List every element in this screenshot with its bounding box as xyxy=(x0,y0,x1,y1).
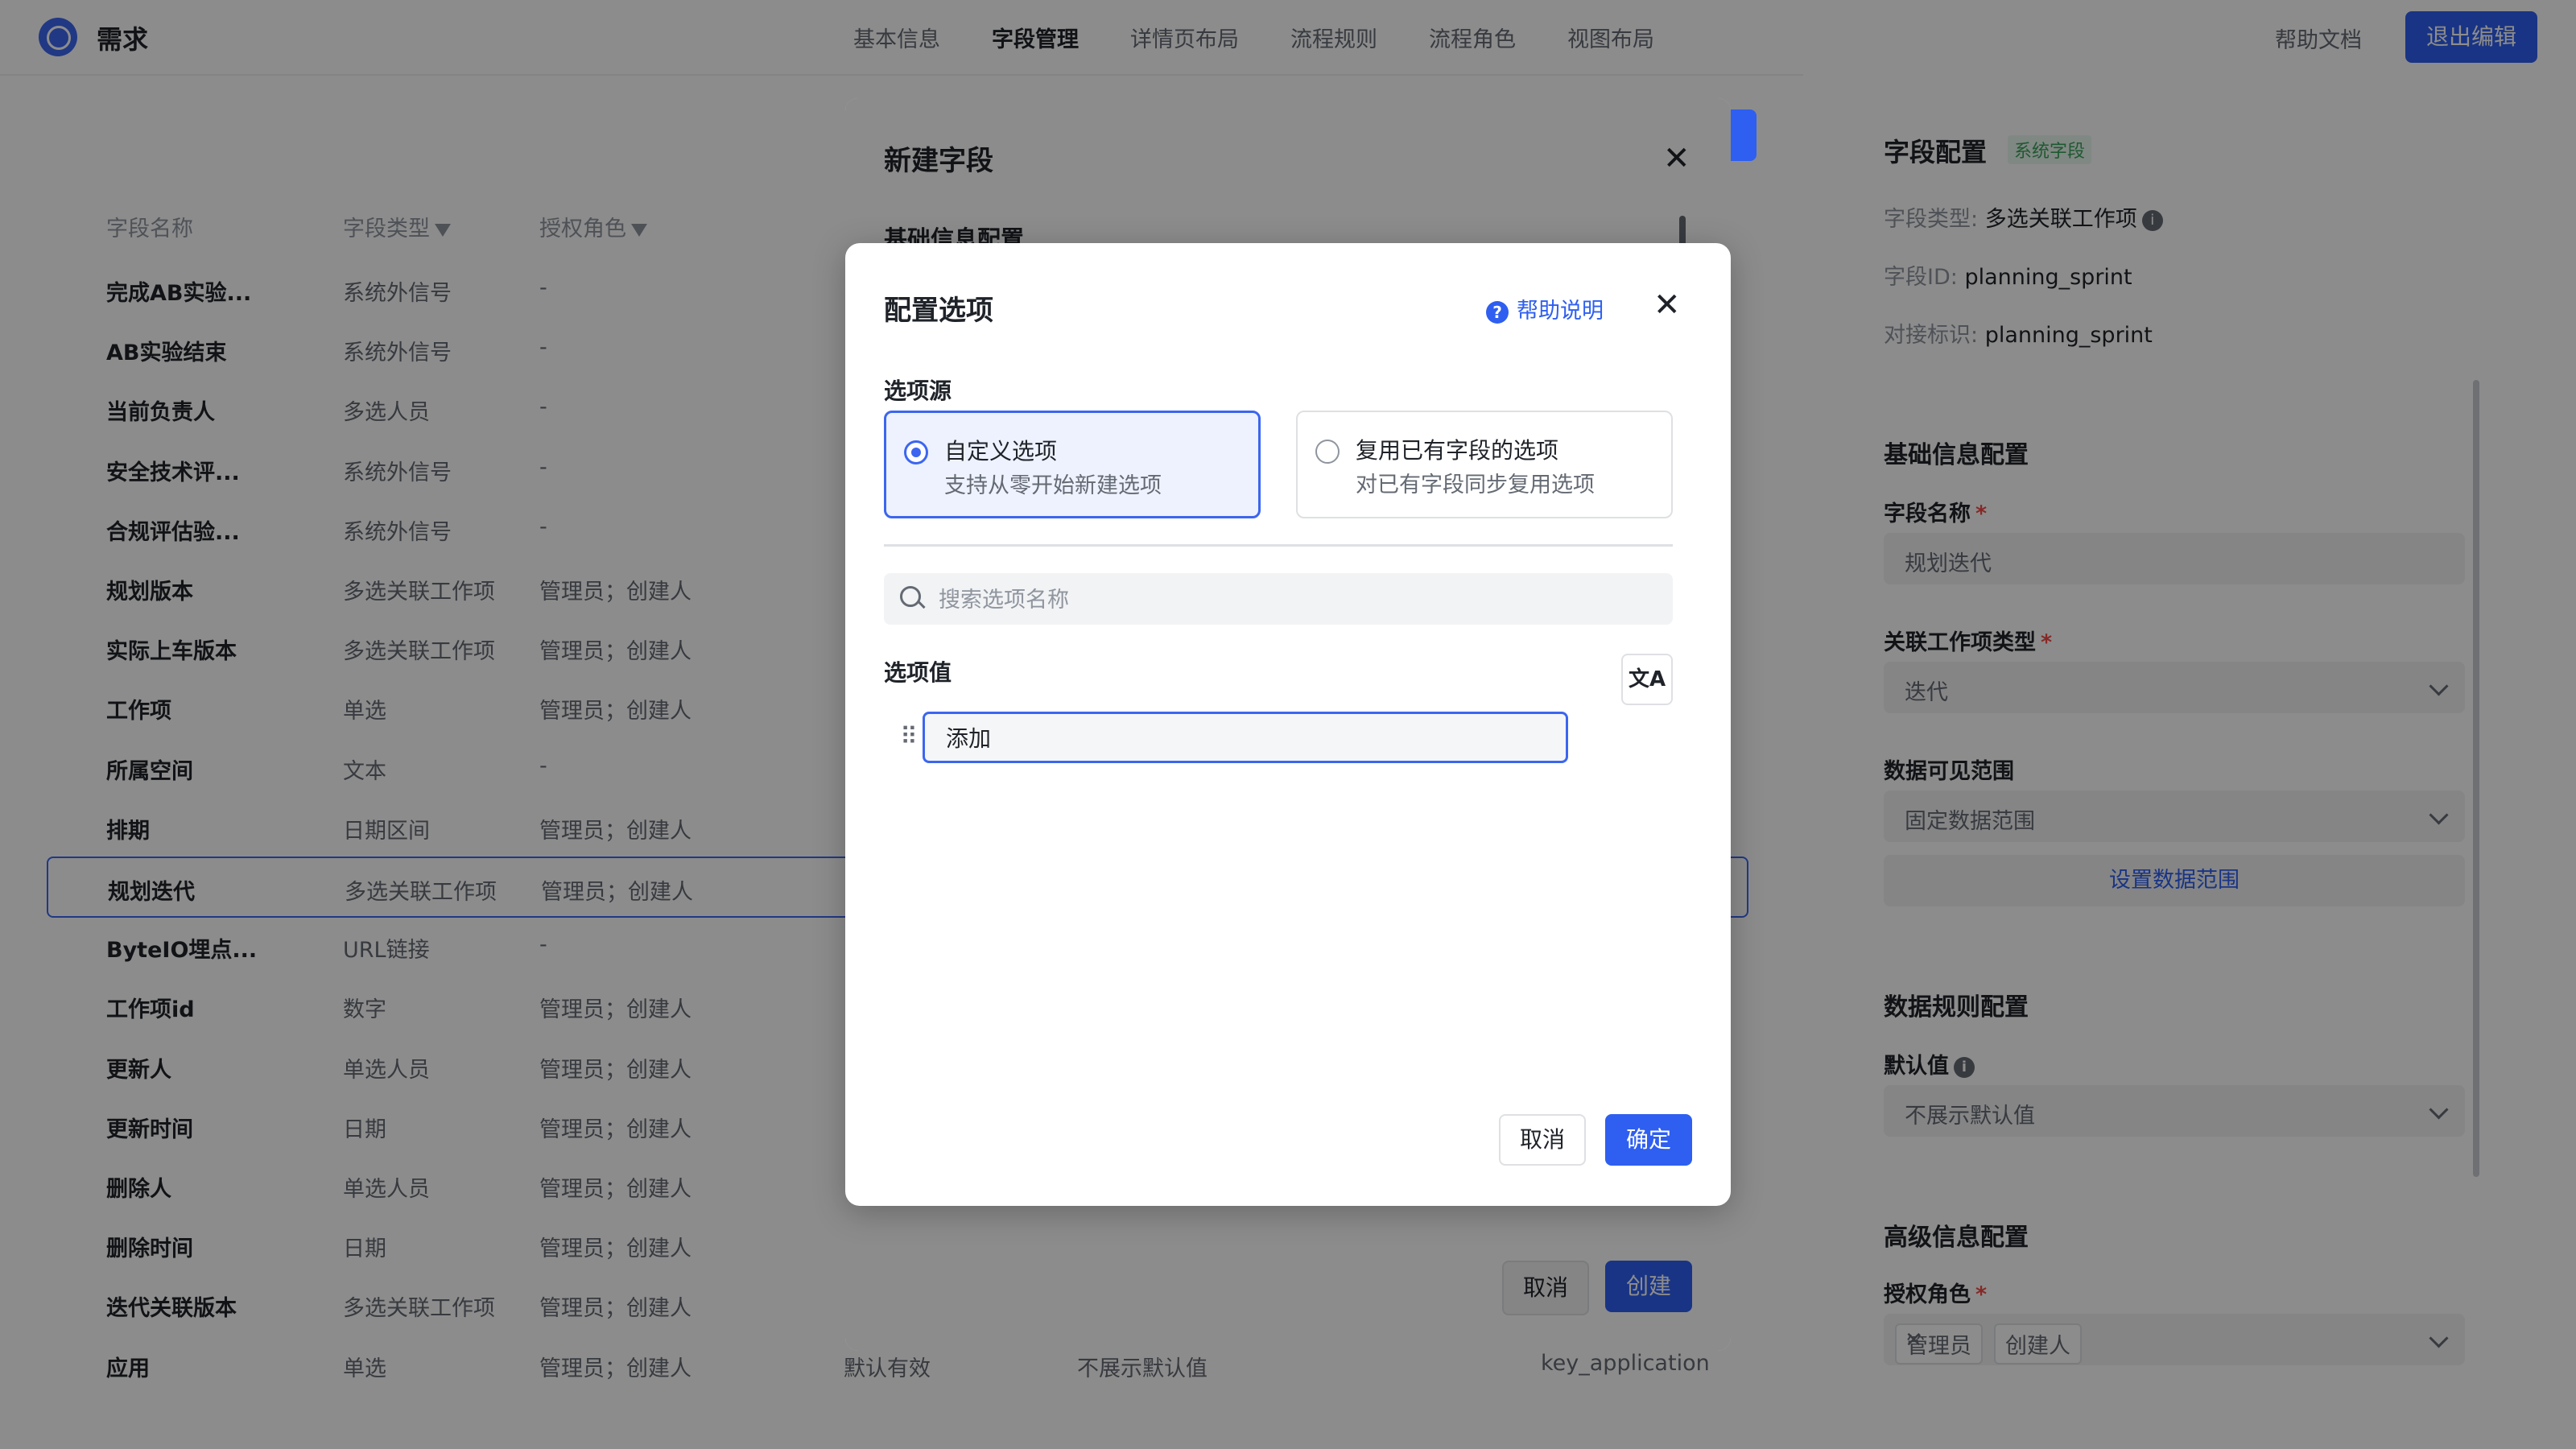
search-input[interactable] xyxy=(937,581,1649,618)
custom-options-desc: 支持从零开始新建选项 xyxy=(944,473,1162,498)
custom-options-title: 自定义选项 xyxy=(944,438,1058,464)
reuse-options-desc: 对已有字段同步复用选项 xyxy=(1356,473,1595,497)
help-link[interactable]: ? 帮助说明 xyxy=(1486,293,1604,324)
cancel-button[interactable]: 取消 xyxy=(1499,1114,1586,1166)
translate-button[interactable]: 文A xyxy=(1621,654,1673,705)
help-icon: ? xyxy=(1486,300,1509,324)
option-values-label: 选项值 xyxy=(884,659,952,686)
modal-title: 配置选项 xyxy=(884,295,993,327)
divider xyxy=(884,544,1673,547)
option-search[interactable] xyxy=(884,573,1673,625)
custom-options-card[interactable]: 自定义选项 支持从零开始新建选项 xyxy=(884,411,1261,518)
option-value-input[interactable] xyxy=(923,712,1568,763)
configure-options-modal: 配置选项 ? 帮助说明 ✕ 选项源 自定义选项 支持从零开始新建选项 复用已有字段… xyxy=(845,243,1731,1206)
reuse-options-title: 复用已有字段的选项 xyxy=(1356,437,1559,464)
translate-icon: 文A xyxy=(1628,667,1666,691)
radio-selected-icon[interactable] xyxy=(904,440,928,464)
confirm-button[interactable]: 确定 xyxy=(1605,1114,1692,1166)
search-icon xyxy=(900,586,921,607)
radio-unselected-icon[interactable] xyxy=(1315,440,1340,464)
close-icon[interactable]: ✕ xyxy=(1653,287,1681,324)
drag-handle-icon[interactable]: ⠿ xyxy=(900,723,918,751)
option-source-label: 选项源 xyxy=(884,378,952,404)
reuse-options-card[interactable]: 复用已有字段的选项 对已有字段同步复用选项 xyxy=(1296,411,1673,518)
help-link-label: 帮助说明 xyxy=(1517,299,1604,324)
